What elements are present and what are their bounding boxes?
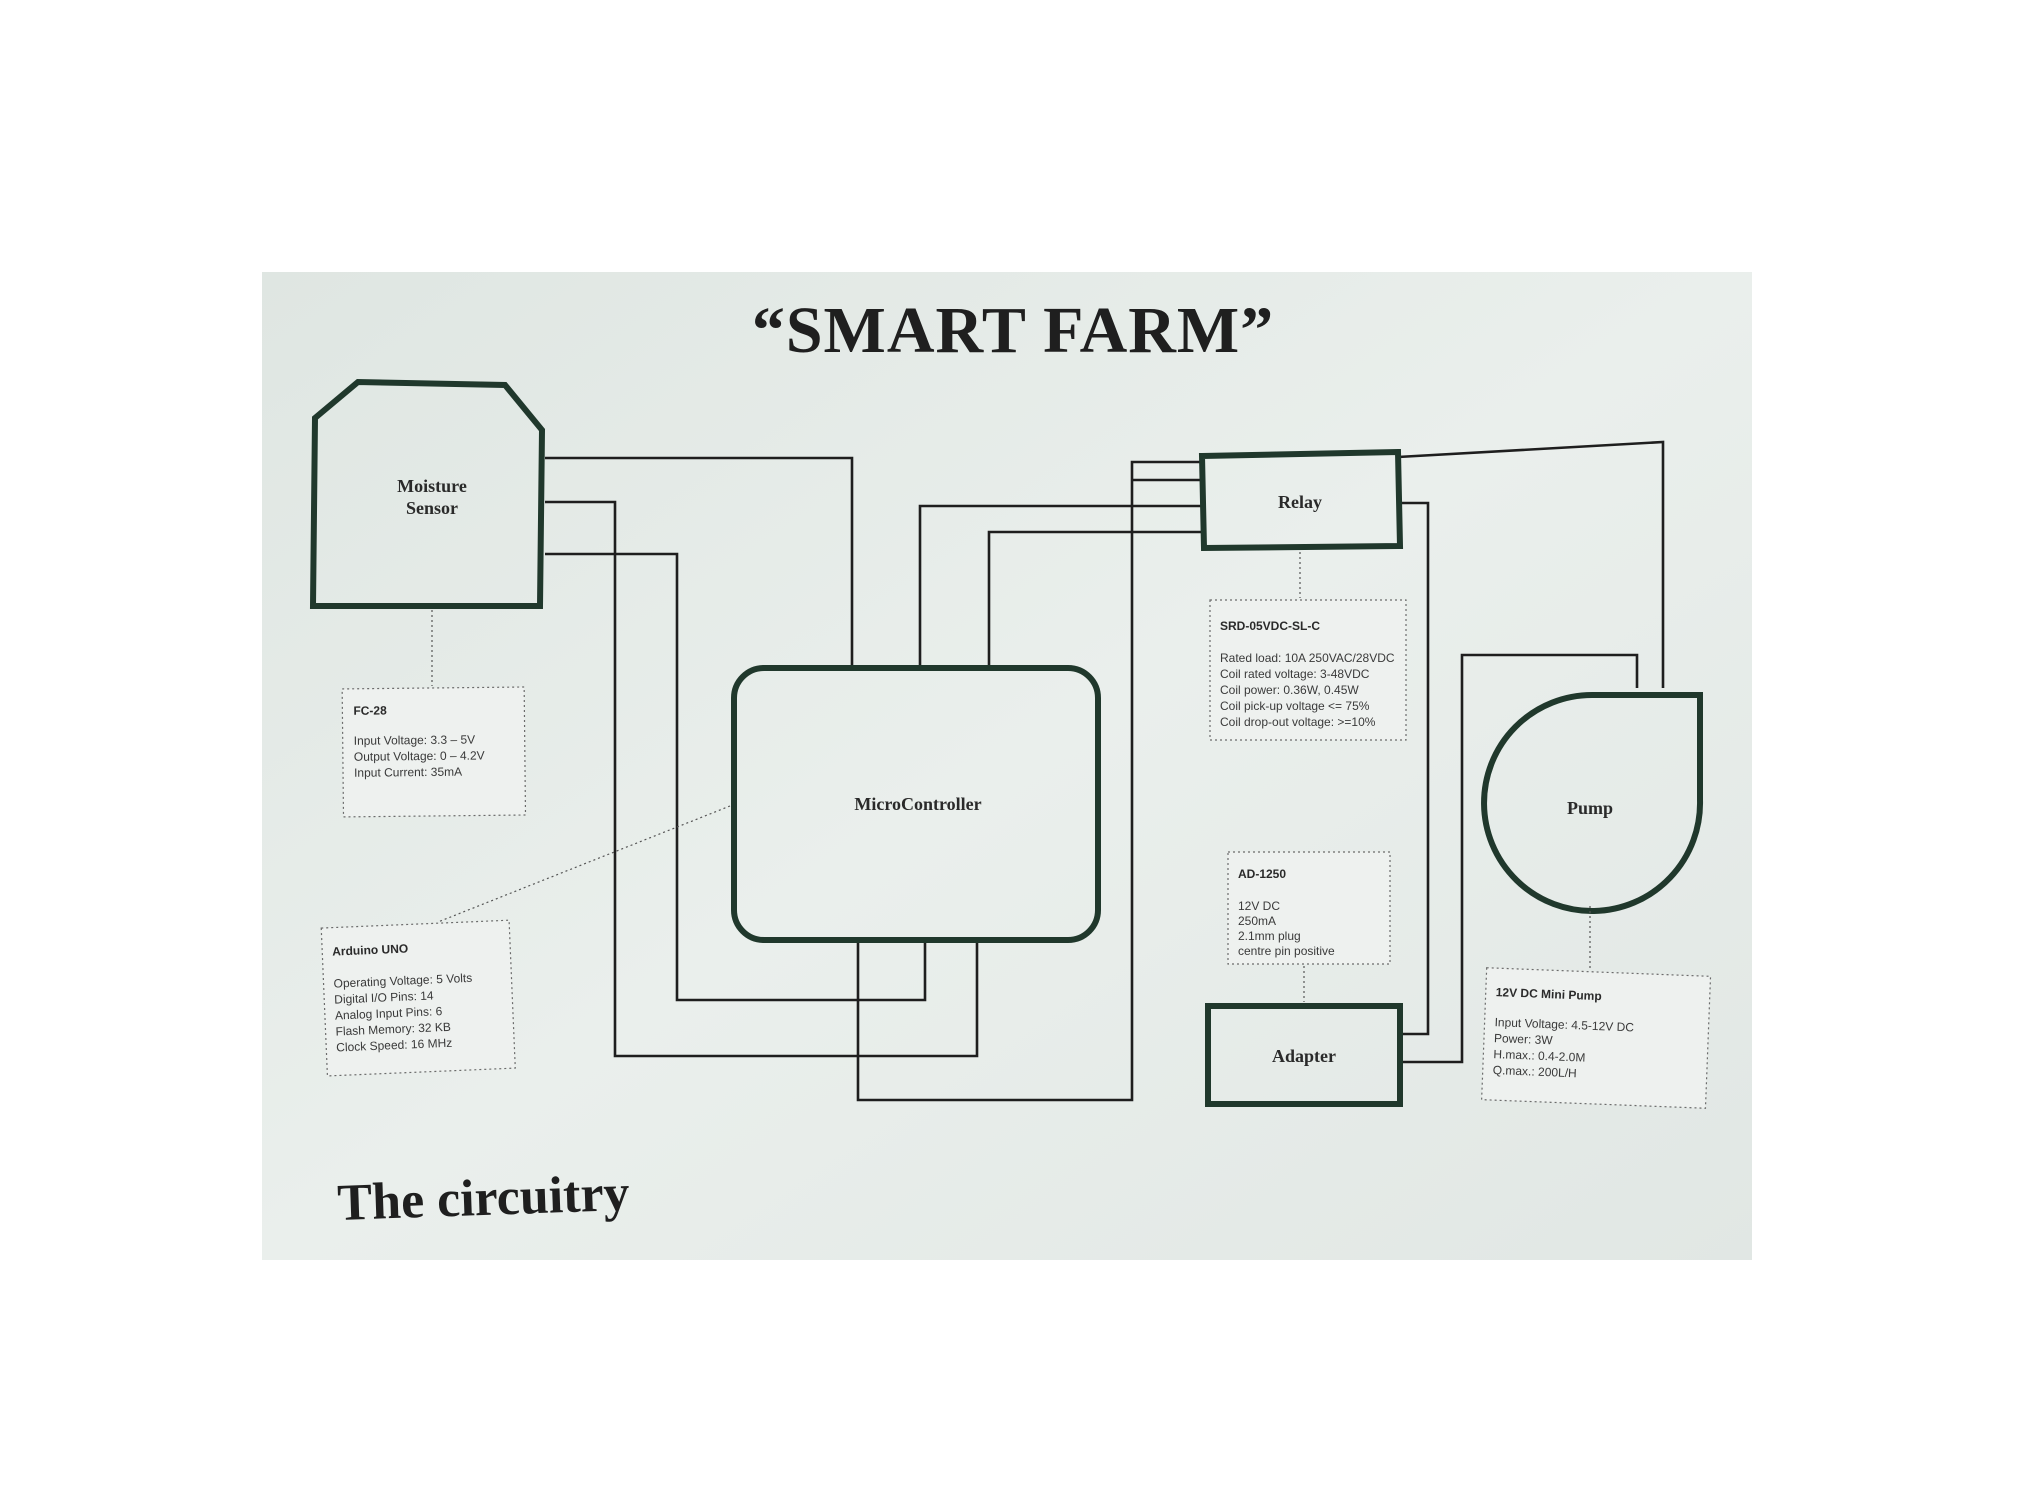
spec-fc28: FC-28 Input Voltage: 3.3 – 5V Output Vol… — [341, 686, 527, 818]
spec-adapter-line: 250mA — [1238, 914, 1276, 928]
spec-relay-line: Coil power: 0.36W, 0.45W — [1220, 683, 1359, 697]
poster-title: “SMART FARM” — [752, 294, 1274, 367]
spec-adapter: AD-1250 12V DC 250mA 2.1mm plug centre p… — [1227, 851, 1391, 965]
spec-relay-title: SRD-05VDC-SL-C — [1220, 619, 1320, 633]
spec-fc28-title: FC-28 — [353, 703, 387, 717]
pump-label: Pump — [1567, 798, 1613, 818]
spec-relay: SRD-05VDC-SL-C Rated load: 10A 250VAC/28… — [1209, 599, 1407, 741]
spec-relay-line: Coil rated voltage: 3-48VDC — [1220, 667, 1370, 681]
smart-farm-poster: “SMART FARM” Moisture Sensor MicroContro… — [262, 272, 1752, 1260]
spec-relay-line: Coil pick-up voltage <= 75% — [1220, 699, 1370, 713]
moisture-sensor-label-2: Sensor — [406, 498, 458, 518]
spec-fc28-line: Input Voltage: 3.3 – 5V — [354, 733, 476, 748]
microcontroller-label: MicroController — [854, 794, 981, 814]
moisture-sensor-label-1: Moisture — [397, 476, 467, 496]
spec-pump-line: Power: 3W — [1494, 1031, 1554, 1047]
spec-adapter-line: 12V DC — [1238, 899, 1280, 913]
spec-adapter-line: 2.1mm plug — [1238, 929, 1301, 943]
relay-label: Relay — [1278, 492, 1322, 512]
adapter-label: Adapter — [1272, 1046, 1336, 1066]
spec-arduino: Arduino UNO Operating Voltage: 5 Volts D… — [320, 919, 516, 1077]
spec-fc28-line: Input Current: 35mA — [354, 765, 462, 780]
spec-relay-line: Rated load: 10A 250VAC/28VDC — [1220, 651, 1395, 665]
footer-caption: The circuitry — [336, 1165, 630, 1232]
spec-fc28-line: Output Voltage: 0 – 4.2V — [354, 748, 485, 763]
spec-pump: 12V DC Mini Pump Input Voltage: 4.5-12V … — [1481, 967, 1712, 1109]
spec-adapter-line: centre pin positive — [1238, 944, 1335, 958]
spec-relay-line: Coil drop-out voltage: >=10% — [1220, 715, 1376, 729]
spec-adapter-title: AD-1250 — [1238, 867, 1286, 881]
